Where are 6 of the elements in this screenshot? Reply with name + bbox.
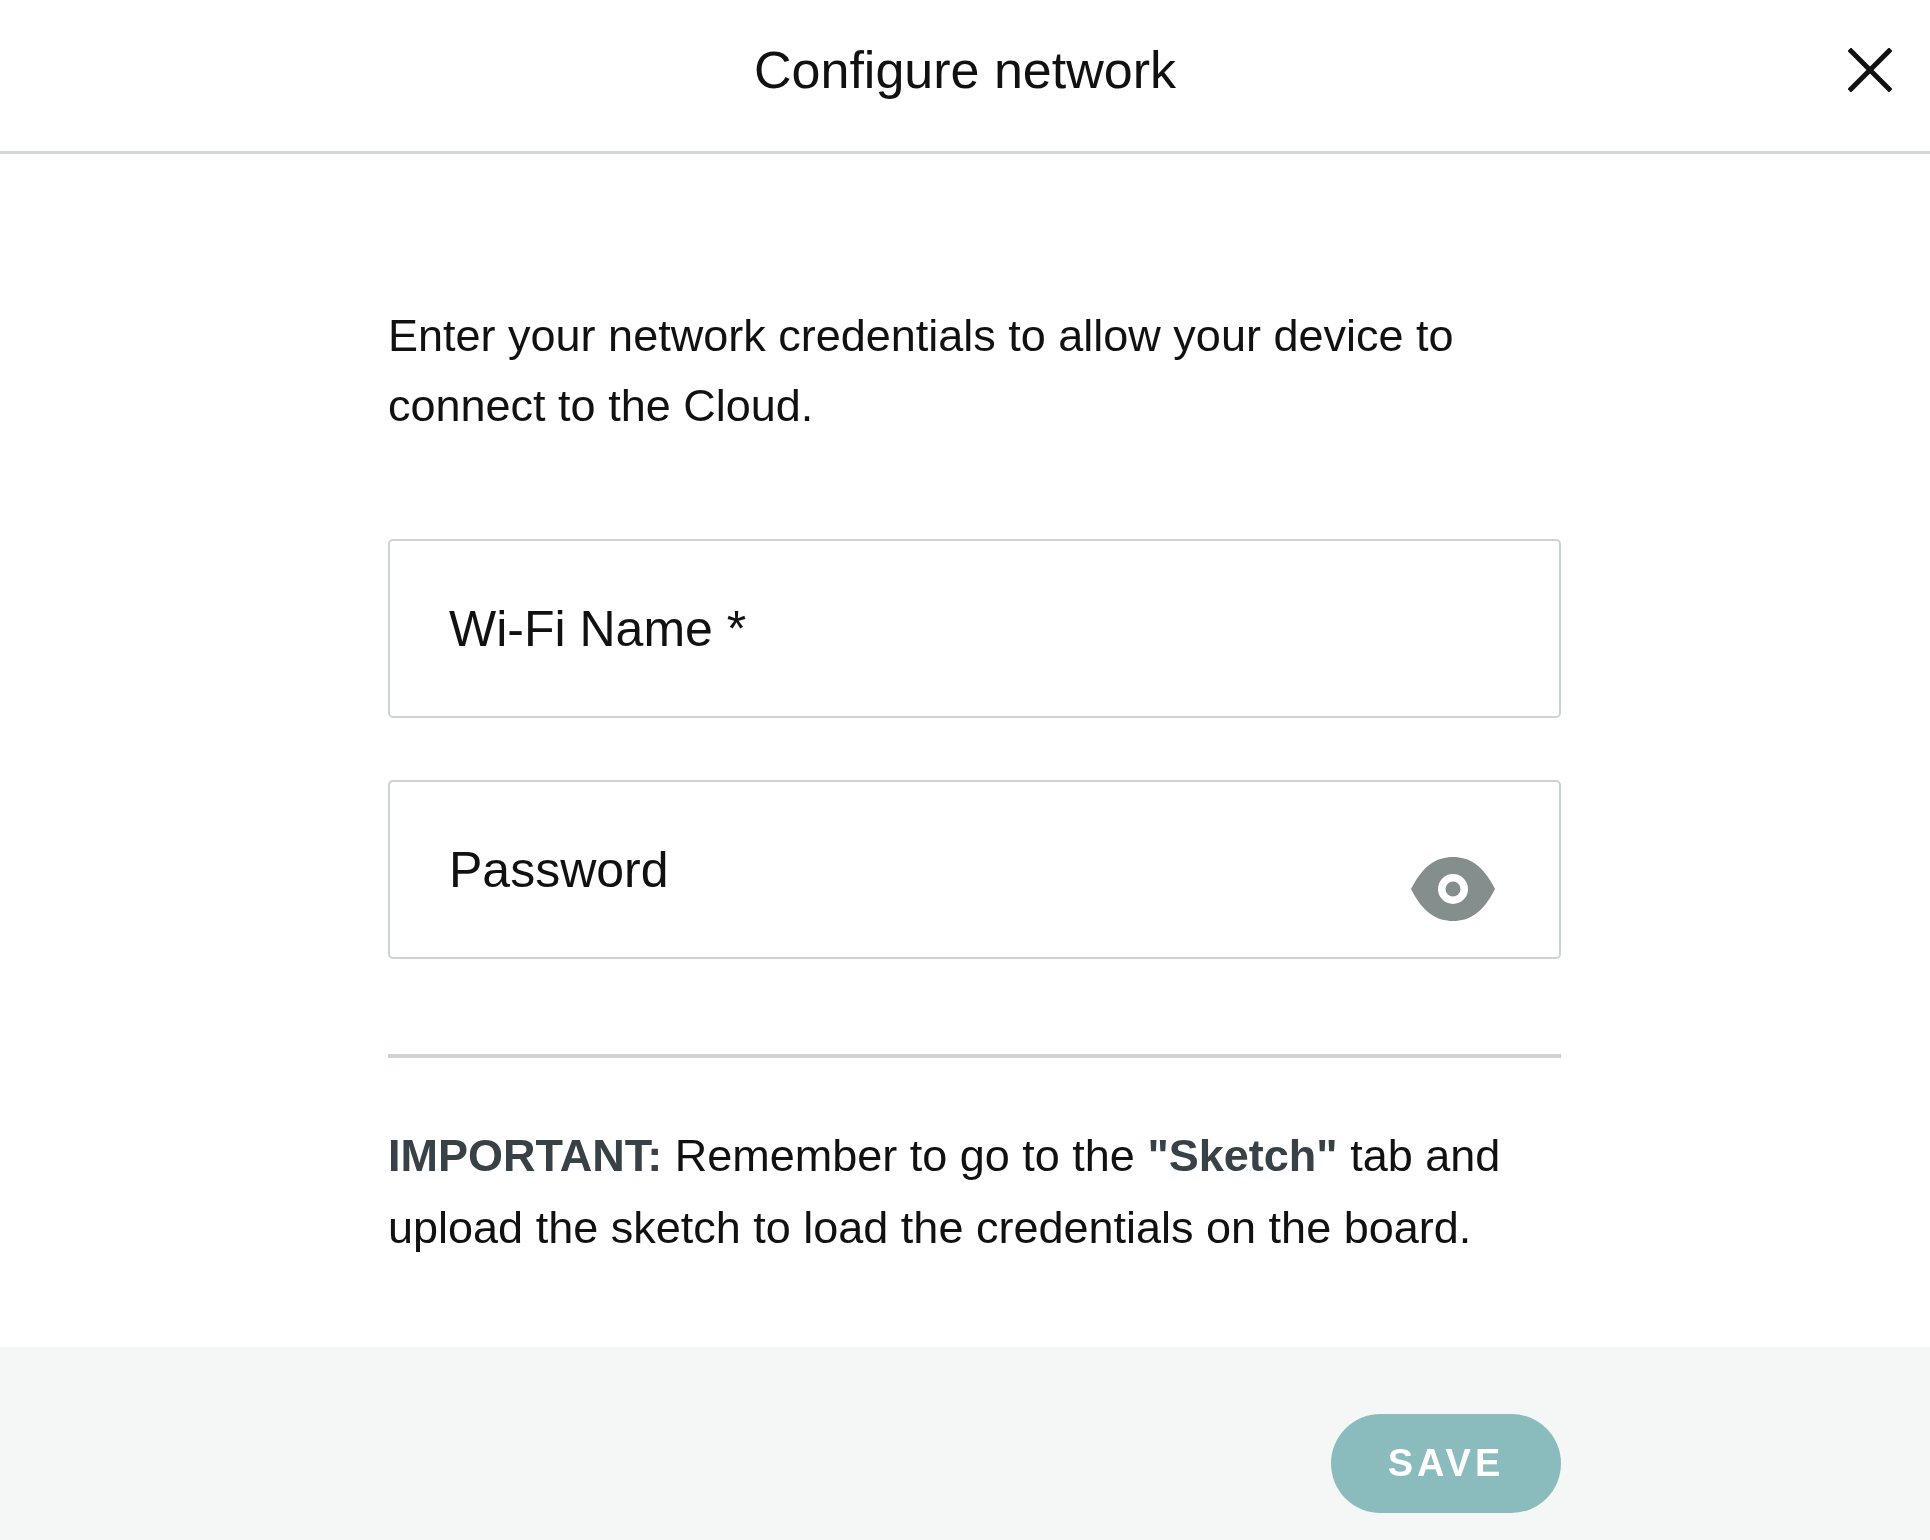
intro-text: Enter your network credentials to allow your device to connect to the Cloud. [388,309,1455,433]
password-field[interactable]: Password [388,780,1561,959]
eye-icon[interactable] [1411,857,1495,921]
important-note: IMPORTANT: Remember to go to the "Sketch" tab and upload the sketch to load the credentials on the board. [388,1129,1502,1255]
wifi-name-field[interactable]: Wi-Fi Name * [388,539,1561,718]
close-icon[interactable] [1848,47,1892,92]
